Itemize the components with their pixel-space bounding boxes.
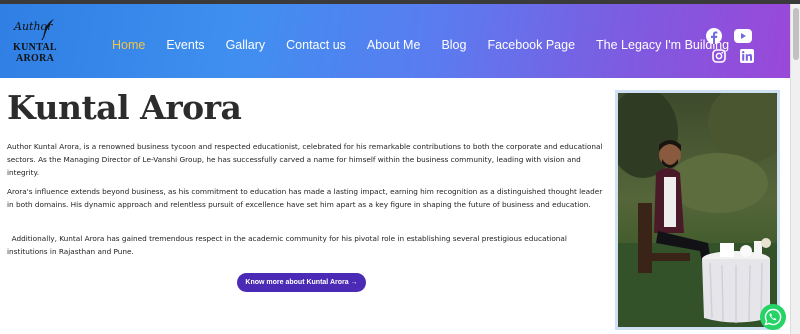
whatsapp-button[interactable] xyxy=(760,304,786,330)
page-scrollbar[interactable] xyxy=(790,4,800,334)
linkedin-icon[interactable] xyxy=(740,49,754,63)
nav-events[interactable]: Events xyxy=(166,38,204,52)
portrait-photo xyxy=(618,93,777,327)
site-header: Author KUNTAL ARORA Home Events Gallary … xyxy=(0,4,790,78)
nav-contact-us[interactable]: Contact us xyxy=(286,38,346,52)
quill-icon xyxy=(41,19,54,40)
nav-about-me[interactable]: About Me xyxy=(367,38,421,52)
social-links xyxy=(704,28,760,68)
know-more-button[interactable]: Know more about Kuntal Arora → xyxy=(237,273,366,292)
main-nav: Home Events Gallary Contact us About Me … xyxy=(112,38,750,52)
nav-gallary[interactable]: Gallary xyxy=(226,38,266,52)
youtube-icon[interactable] xyxy=(734,29,752,43)
portrait-frame xyxy=(615,90,780,330)
nav-blog[interactable]: Blog xyxy=(441,38,466,52)
scrollbar-thumb[interactable] xyxy=(793,8,799,60)
nav-home[interactable]: Home xyxy=(112,38,145,52)
portrait-illustration xyxy=(618,93,777,327)
whatsapp-icon xyxy=(764,308,782,326)
site-logo[interactable]: Author KUNTAL ARORA xyxy=(10,18,58,66)
nav-facebook-page[interactable]: Facebook Page xyxy=(487,38,575,52)
instagram-icon[interactable] xyxy=(712,49,726,63)
facebook-icon[interactable] xyxy=(706,28,722,44)
bio-paragraph-3: Additionally, Kuntal Arora has gained tr… xyxy=(7,234,570,256)
page-title: Kuntal Arora xyxy=(7,88,242,127)
logo-name-line2: ARORA xyxy=(16,53,55,64)
bio-paragraph-2: Arora's influence extends beyond busines… xyxy=(7,187,603,209)
bio-paragraph-1: Author Kuntal Arora, is a renowned busin… xyxy=(7,142,603,177)
logo-name-line1: KUNTAL xyxy=(13,42,57,53)
